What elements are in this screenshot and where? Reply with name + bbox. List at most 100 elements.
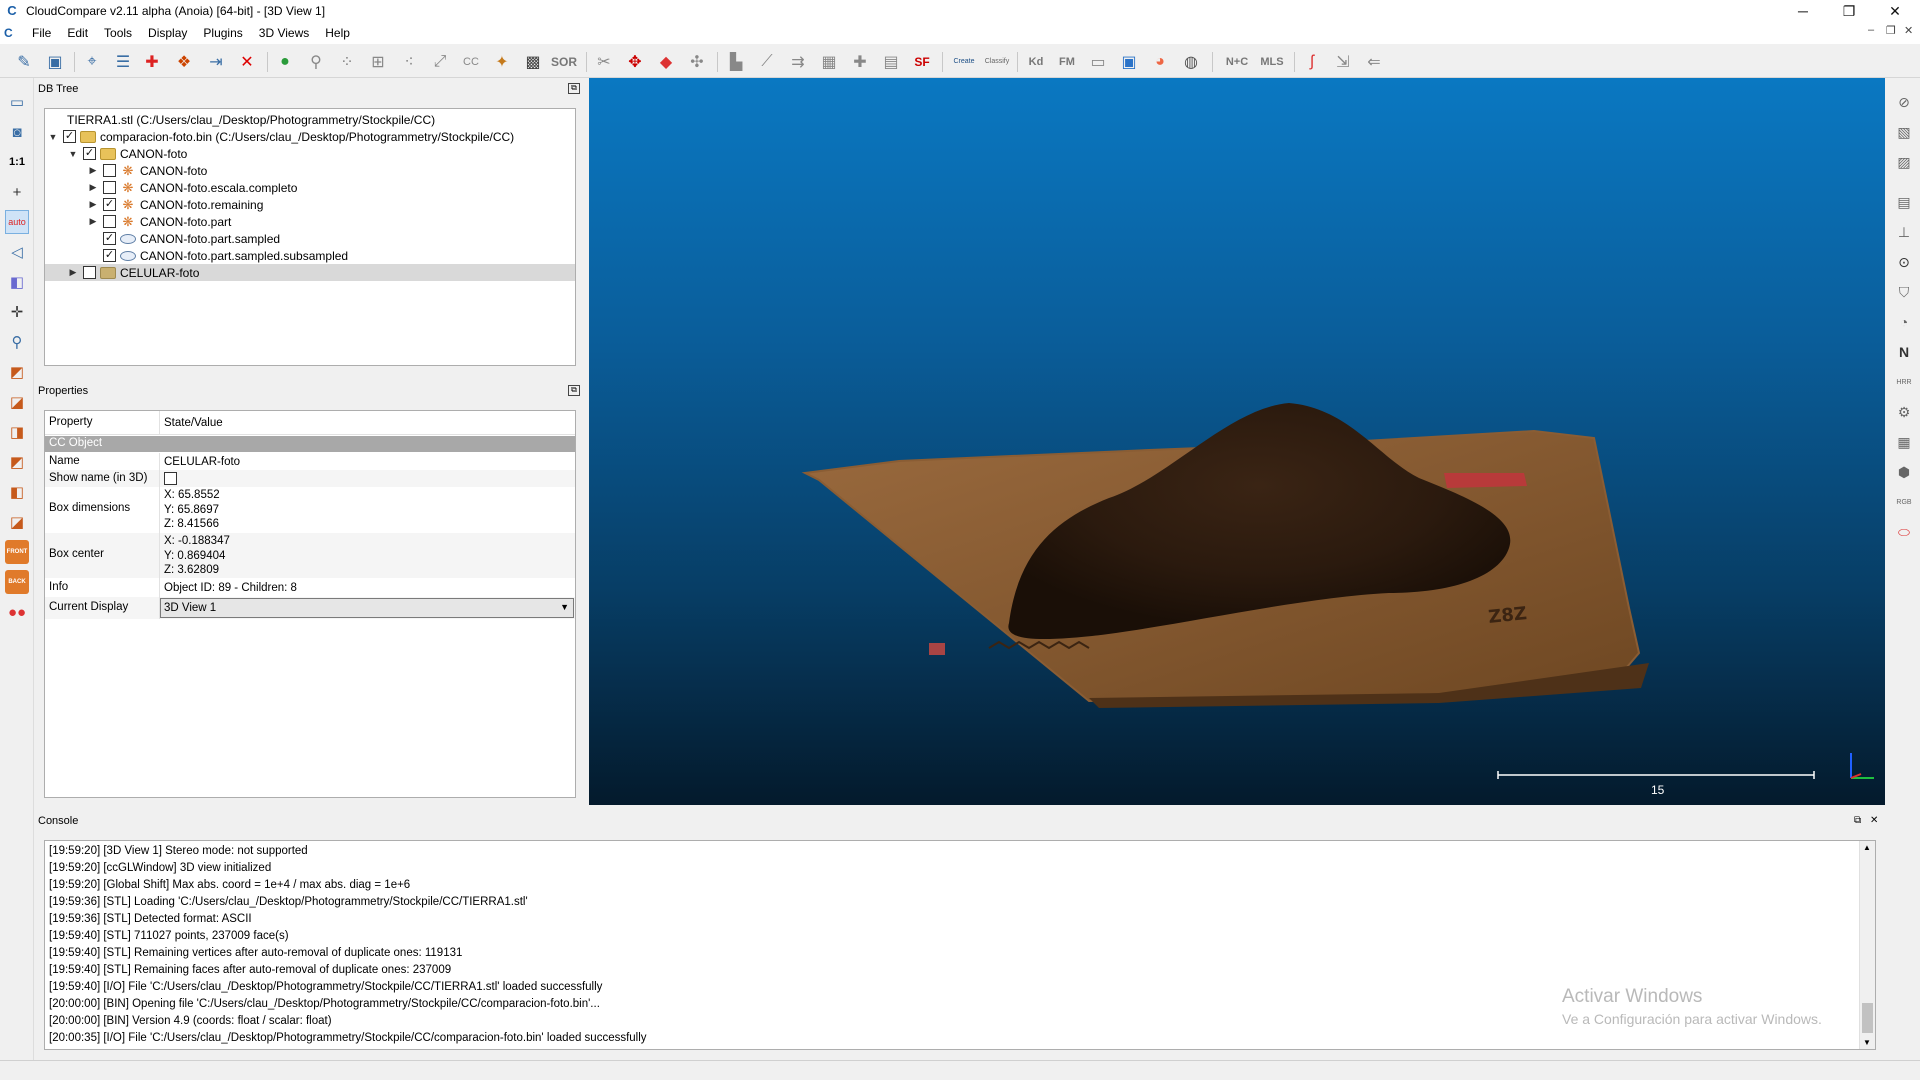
mesh-icon[interactable]: ▭ [1086, 50, 1110, 74]
menu-edit[interactable]: Edit [59, 26, 96, 40]
tree-item-canon-sampled[interactable]: ✓ CANON-foto.part.sampled [99, 230, 280, 247]
segment-icon[interactable]: ⤢ [428, 50, 452, 74]
expand-arrow-icon[interactable]: ▼ [67, 149, 79, 159]
tree-item-canon-group[interactable]: ▼ ✓ CANON-foto [67, 145, 188, 162]
render-icon[interactable]: ▨ [1892, 150, 1916, 174]
dbtree-float-button[interactable]: ⧉ [568, 83, 580, 94]
visibility-checkbox[interactable] [103, 164, 116, 177]
properties-list-icon[interactable]: ☰ [111, 50, 135, 74]
rotate-icon[interactable]: ◁ [5, 240, 29, 264]
front-view-icon[interactable]: ◪ [5, 390, 29, 414]
mdi-minimize-button[interactable]: – [1868, 24, 1874, 36]
visibility-checkbox[interactable]: ✓ [83, 147, 96, 160]
filter-sf-icon[interactable]: ⇉ [786, 50, 810, 74]
tree-item-celular-selected[interactable]: ▶ CELULAR-foto [45, 264, 575, 281]
zoom-1to1-icon[interactable]: 1:1 [5, 150, 29, 174]
visibility-checkbox[interactable] [103, 181, 116, 194]
subsample-icon[interactable]: ⊞ [366, 50, 390, 74]
sor-filter-icon[interactable]: SOR [551, 50, 577, 74]
menu-file[interactable]: File [24, 26, 59, 40]
sf-arithmetic-icon[interactable]: ▦ [817, 50, 841, 74]
shield-icon[interactable]: ⛉ [1892, 280, 1916, 304]
point-pair-icon[interactable]: ⇲ [1331, 50, 1355, 74]
menu-help[interactable]: Help [317, 26, 358, 40]
mdi-restore-button[interactable]: ❐ [1886, 24, 1896, 37]
film-icon[interactable]: ▤ [1892, 190, 1916, 214]
mdi-close-button[interactable]: ✕ [1904, 24, 1913, 37]
save-icon[interactable]: ▣ [43, 50, 67, 74]
north-icon[interactable]: N [1892, 340, 1916, 364]
merge-icon[interactable]: ❖ [172, 50, 196, 74]
sphere-icon[interactable]: ◔ [1892, 310, 1916, 334]
facet-icon[interactable]: FM [1055, 50, 1079, 74]
visibility-checkbox[interactable]: ✓ [103, 249, 116, 262]
right-view-icon[interactable]: ◧ [5, 480, 29, 504]
collapse-arrow-icon[interactable]: ▶ [67, 267, 79, 278]
color-ramp-icon[interactable]: ▧ [1892, 120, 1916, 144]
pan-icon[interactable]: ✛ [5, 300, 29, 324]
mls-icon[interactable]: MLS [1258, 50, 1286, 74]
close-button[interactable]: ✕ [1872, 0, 1918, 22]
restore-button[interactable]: ❐ [1826, 0, 1872, 22]
tree-item-comparacion[interactable]: ▼ ✓ comparacion-foto.bin (C:/Users/clau_… [47, 128, 515, 145]
chart-icon[interactable]: ⟋ [755, 50, 779, 74]
shape-icon[interactable]: ⬢ [1892, 460, 1916, 484]
perspective-icon[interactable]: ◧ [5, 270, 29, 294]
connected-components-icon[interactable]: CC [459, 50, 483, 74]
tree-item-canon-remaining[interactable]: ▶ ✓ ❋ CANON-foto.remaining [87, 196, 264, 213]
ellipse-icon[interactable]: ⬭ [1892, 520, 1916, 544]
sf-table-icon[interactable]: ▤ [879, 50, 903, 74]
point-picking-icon[interactable]: ⌖ [80, 50, 104, 74]
tree-item-canon-subsampled[interactable]: ✓ CANON-foto.part.sampled.subsampled [99, 247, 348, 264]
collapse-arrow-icon[interactable]: ▶ [87, 216, 99, 227]
tree-item-tierra1[interactable]: TIERRA1.stl (C:/Users/clau_/Desktop/Phot… [67, 111, 435, 128]
console-float-button[interactable]: ⧉ [1854, 812, 1861, 830]
expand-arrow-icon[interactable]: ▼ [47, 132, 59, 142]
register-icon[interactable]: ⇐ [1362, 50, 1386, 74]
menu-tools[interactable]: Tools [96, 26, 140, 40]
3d-view[interactable]: Z8Z 15 [589, 78, 1885, 805]
map-icon[interactable]: ▦ [1892, 430, 1916, 454]
tree-item-canon-escala[interactable]: ▶ ❋ CANON-foto.escala.completo [87, 179, 298, 196]
rgb-icon[interactable]: RGB [1892, 490, 1916, 514]
auto-pivot-icon[interactable]: auto [5, 210, 29, 234]
color-icon[interactable]: ● [273, 50, 297, 74]
current-display-select[interactable]: 3D View 1 ▼ [160, 598, 574, 618]
sphere-icon[interactable]: ◍ [1179, 50, 1203, 74]
sf-label-icon[interactable]: SF [910, 50, 934, 74]
stereo-icon[interactable]: ●● [5, 600, 29, 624]
graphics-icon[interactable]: ⊘ [1892, 90, 1916, 114]
menu-display[interactable]: Display [140, 26, 195, 40]
add-sf-icon[interactable]: ✚ [848, 50, 872, 74]
canupo-create-icon[interactable]: Create [952, 50, 976, 74]
show-name-checkbox[interactable] [164, 472, 177, 485]
tree-item-canon-mesh[interactable]: ▶ ❋ CANON-foto [87, 162, 208, 179]
add-icon[interactable]: ✚ [140, 50, 164, 74]
canupo-classify-icon[interactable]: Classify [985, 50, 1010, 74]
menu-plugins[interactable]: Plugins [195, 26, 250, 40]
property-value[interactable]: CELULAR-foto [164, 455, 240, 470]
console-scrollbar[interactable]: ▲ ▼ [1859, 841, 1875, 1049]
hrr-icon[interactable]: HRR [1892, 370, 1916, 394]
noise-filter-icon[interactable]: ⁖ [397, 50, 421, 74]
collapse-arrow-icon[interactable]: ▶ [87, 199, 99, 210]
back-view-icon[interactable]: ◩ [5, 450, 29, 474]
iso-front-icon[interactable]: FRONT [5, 540, 29, 564]
transform-icon[interactable]: ✥ [623, 50, 647, 74]
cross-section-icon[interactable]: ✣ [685, 50, 709, 74]
visibility-checkbox[interactable] [103, 215, 116, 228]
normals-icon[interactable]: ⚲ [304, 50, 328, 74]
open-icon[interactable]: ✎ [12, 50, 36, 74]
cloud-layers-icon[interactable]: ʃ [1300, 50, 1324, 74]
visibility-checkbox[interactable]: ✓ [103, 232, 116, 245]
scrollbar-thumb[interactable] [1862, 1003, 1873, 1033]
scroll-up-icon[interactable]: ▲ [1863, 843, 1871, 852]
properties-float-button[interactable]: ⧉ [568, 385, 580, 396]
tools-icon[interactable]: ⚙ [1892, 400, 1916, 424]
compass-icon[interactable]: ⊙ [1892, 250, 1916, 274]
color-wheel-icon[interactable]: ◕ [1148, 50, 1172, 74]
minimize-button[interactable]: ─ [1780, 0, 1826, 22]
bottom-view-icon[interactable]: ◪ [5, 510, 29, 534]
left-view-icon[interactable]: ◨ [5, 420, 29, 444]
pin-icon[interactable]: ⊥ [1892, 220, 1916, 244]
